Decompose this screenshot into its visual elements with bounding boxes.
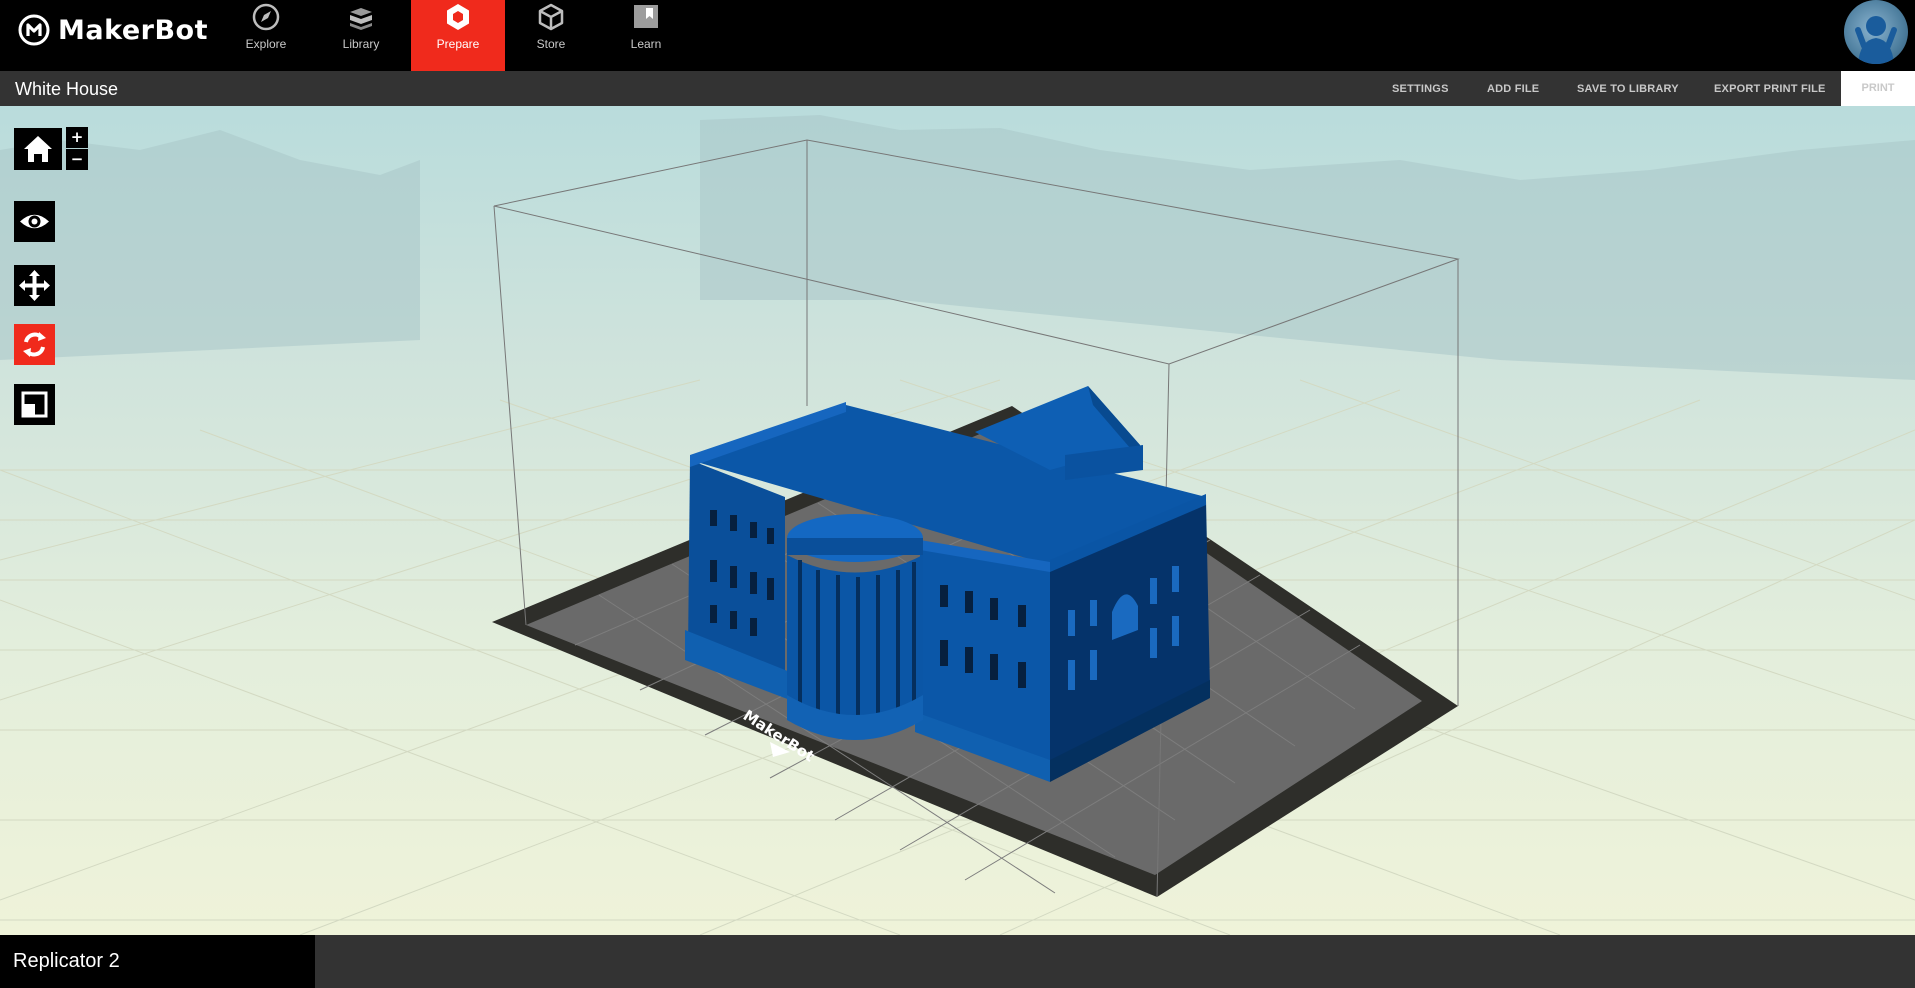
home-icon: [24, 136, 52, 162]
export-print-file-button[interactable]: EXPORT PRINT FILE: [1714, 83, 1826, 95]
project-titlebar: White House SETTINGS ADD FILE SAVE TO LI…: [0, 71, 1915, 106]
store-box-icon: [538, 3, 564, 31]
eye-icon: [20, 214, 49, 229]
printer-name: Replicator 2: [13, 950, 120, 972]
save-to-library-button[interactable]: SAVE TO LIBRARY: [1577, 83, 1679, 95]
project-title: White House: [15, 79, 119, 99]
top-navigation: MakerBot Explore Library Prepare Store L…: [0, 0, 1915, 71]
bottom-bar: Replicator 2: [0, 935, 1915, 988]
library-icon: [350, 8, 372, 30]
tab-store[interactable]: Store: [504, 0, 598, 71]
brand-name: MakerBot: [58, 14, 208, 46]
prepare-icon: [447, 4, 469, 30]
user-avatar[interactable]: [1844, 0, 1908, 64]
tab-prepare-label: Prepare: [436, 37, 480, 51]
print-button[interactable]: PRINT: [1841, 71, 1915, 106]
settings-button[interactable]: SETTINGS: [1392, 83, 1449, 95]
move-tool-button[interactable]: [14, 265, 55, 306]
tab-store-label: Store: [536, 37, 566, 51]
view-tool-button[interactable]: [14, 201, 55, 242]
rotate-icon: [23, 332, 46, 357]
background-city-silhouette: [0, 115, 1915, 380]
scale-tool-button[interactable]: [14, 384, 55, 425]
printer-selector[interactable]: Replicator 2: [0, 935, 315, 988]
scale-icon: [21, 391, 48, 418]
bookmark-icon: [634, 5, 658, 28]
tab-library-label: Library: [342, 37, 380, 51]
3d-viewport[interactable]: MakerBot + −: [0, 106, 1915, 935]
tab-explore[interactable]: Explore: [219, 0, 313, 71]
avatar-figure-icon: [1855, 16, 1897, 64]
tab-learn-label: Learn: [630, 37, 662, 51]
rotate-tool-button[interactable]: [14, 324, 55, 365]
move-icon: [19, 270, 50, 301]
tab-library[interactable]: Library: [314, 0, 408, 71]
home-view-button[interactable]: [14, 128, 62, 170]
tab-learn[interactable]: Learn: [599, 0, 693, 71]
tab-prepare[interactable]: Prepare: [411, 0, 505, 71]
makerbot-m-icon: [18, 14, 50, 46]
zoom-out-button[interactable]: −: [66, 149, 88, 170]
tab-explore-label: Explore: [245, 37, 287, 51]
compass-icon: [252, 3, 280, 31]
build-scene: MakerBot: [0, 115, 1915, 935]
makerbot-logo[interactable]: MakerBot: [18, 12, 208, 48]
zoom-in-button[interactable]: +: [66, 127, 88, 148]
add-file-button[interactable]: ADD FILE: [1487, 83, 1539, 95]
